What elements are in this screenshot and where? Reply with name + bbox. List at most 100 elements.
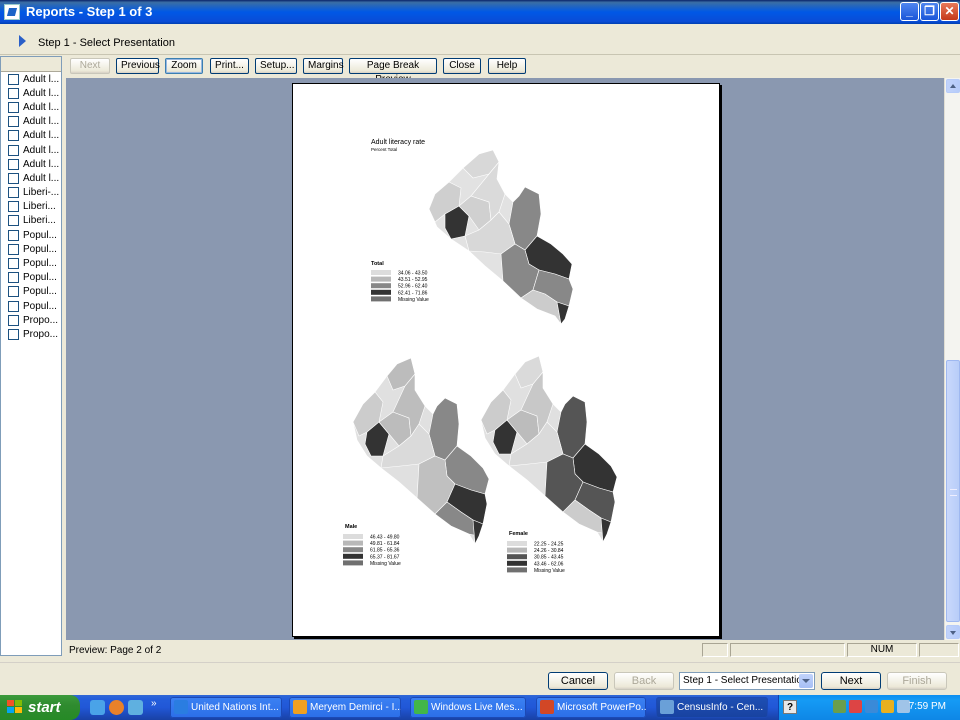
network-icon[interactable] [833,700,846,713]
setup-button[interactable]: Setup... [255,58,297,74]
vertical-scrollbar[interactable] [944,78,960,640]
taskbar-task-button[interactable]: Microsoft PowerPo... [536,697,646,718]
checkbox[interactable] [8,101,19,113]
legend-label: Missing Value [534,568,565,574]
cancel-button[interactable]: Cancel [548,672,608,690]
checkbox[interactable] [8,158,19,170]
list-item[interactable]: Popul... [1,256,61,270]
list-item[interactable]: Liberi... [1,200,61,214]
checkbox[interactable] [8,300,19,312]
scroll-down-arrow[interactable] [946,625,960,639]
checkbox[interactable] [8,116,19,128]
list-item[interactable]: Propo... [1,327,61,341]
checkbox[interactable] [8,172,19,184]
title-bar[interactable]: Reports - Step 1 of 3 _ ❐ ✕ [0,0,960,24]
list-item[interactable]: Propo... [1,313,61,327]
list-item[interactable]: Liberi-... [1,186,61,200]
list-item[interactable]: Popul... [1,242,61,256]
back-button[interactable]: Back [614,672,674,690]
step-title: Step 1 - Select Presentation [38,37,175,49]
checkbox[interactable] [8,87,19,99]
legend-female-title: Female [509,531,528,537]
finish-button[interactable]: Finish [887,672,947,690]
list-item[interactable]: Popul... [1,299,61,313]
list-item[interactable]: Adult l... [1,72,61,86]
next-page-button[interactable]: Next [70,58,110,74]
list-item[interactable]: Adult l... [1,171,61,185]
checkbox[interactable] [8,215,19,227]
legend-male-title: Male [345,524,357,530]
quick-launch-overflow-icon[interactable]: » [151,698,157,709]
checkbox[interactable] [8,314,19,326]
wizard-navigation: Cancel Back Step 1 - Select Presentation… [0,662,960,695]
checkbox[interactable] [8,130,19,142]
app-icon [4,4,20,20]
list-item[interactable]: Adult l... [1,100,61,114]
list-item[interactable]: Adult l... [1,143,61,157]
start-button[interactable]: start [0,695,80,720]
legend-swatch [371,283,391,289]
list-item[interactable]: Popul... [1,285,61,299]
checkbox[interactable] [8,144,19,156]
firefox-icon[interactable] [109,700,124,715]
close-window-button[interactable]: ✕ [940,2,959,21]
next-button[interactable]: Next [821,672,881,690]
checkbox[interactable] [8,187,19,199]
list-item-label: Popul... [23,243,57,255]
task-label: CensusInfo - Cen... [677,702,764,713]
legend-swatch [343,547,363,553]
help-button[interactable]: Help [488,58,526,74]
taskbar-task-button[interactable]: Windows Live Mes... [410,697,526,718]
status-cell [702,643,728,657]
taskbar-task-button[interactable]: CensusInfo - Cen... [656,697,768,718]
list-header [1,57,61,72]
checkbox[interactable] [8,258,19,270]
zoom-button[interactable]: Zoom [165,58,203,74]
taskbar-task-button[interactable]: United Nations Int... [170,697,282,718]
list-item[interactable]: Adult l... [1,115,61,129]
list-item[interactable]: Adult l... [1,129,61,143]
legend-label: 43.46 - 62.06 [534,561,564,567]
list-item[interactable]: Adult l... [1,86,61,100]
legend-swatch [371,276,391,282]
checkbox[interactable] [8,243,19,255]
checkbox[interactable] [8,229,19,241]
step-select[interactable]: Step 1 - Select Presentation [679,672,815,690]
previous-page-button[interactable]: Previous [116,58,160,74]
minimize-button[interactable]: _ [900,2,919,21]
antivirus-icon[interactable] [849,700,862,713]
print-button[interactable]: Print... [210,58,249,74]
legend-swatch [507,554,527,560]
task-label: Windows Live Mes... [431,702,523,713]
chevron-down-icon[interactable] [799,674,813,688]
maximize-button[interactable]: ❐ [920,2,939,21]
checkbox[interactable] [8,201,19,213]
list-item[interactable]: Popul... [1,228,61,242]
messenger-icon[interactable] [865,700,878,713]
checkbox[interactable] [8,328,19,340]
page-break-preview-button[interactable]: Page Break Preview [349,58,437,85]
close-preview-button[interactable]: Close [443,58,481,74]
checkbox[interactable] [8,286,19,298]
scroll-up-arrow[interactable] [946,79,960,93]
margins-button[interactable]: Margins [303,58,344,74]
map-female [480,355,618,544]
print-preview-area[interactable]: Adult literacy rate Percent Total Total … [66,78,944,640]
desktop-icon[interactable] [128,700,143,715]
list-item[interactable]: Popul... [1,271,61,285]
checkbox[interactable] [8,272,19,284]
scroll-thumb[interactable] [946,360,960,622]
list-item-label: Adult l... [23,144,60,156]
taskbar-task-button[interactable]: Meryem Demirci - I... [289,697,401,718]
list-item[interactable]: Liberi... [1,214,61,228]
help-icon[interactable]: ? [783,700,797,714]
legend-swatch [343,560,363,566]
window-title: Reports - Step 1 of 3 [26,4,153,19]
security-icon[interactable] [881,700,894,713]
list-item[interactable]: Adult l... [1,157,61,171]
indicator-list[interactable]: Adult l... Adult l... Adult l... Adult l...… [0,56,62,656]
legend-swatch [343,540,363,546]
internet-explorer-icon[interactable] [90,700,105,715]
list-item-label: Popul... [23,258,57,270]
checkbox[interactable] [8,73,19,85]
